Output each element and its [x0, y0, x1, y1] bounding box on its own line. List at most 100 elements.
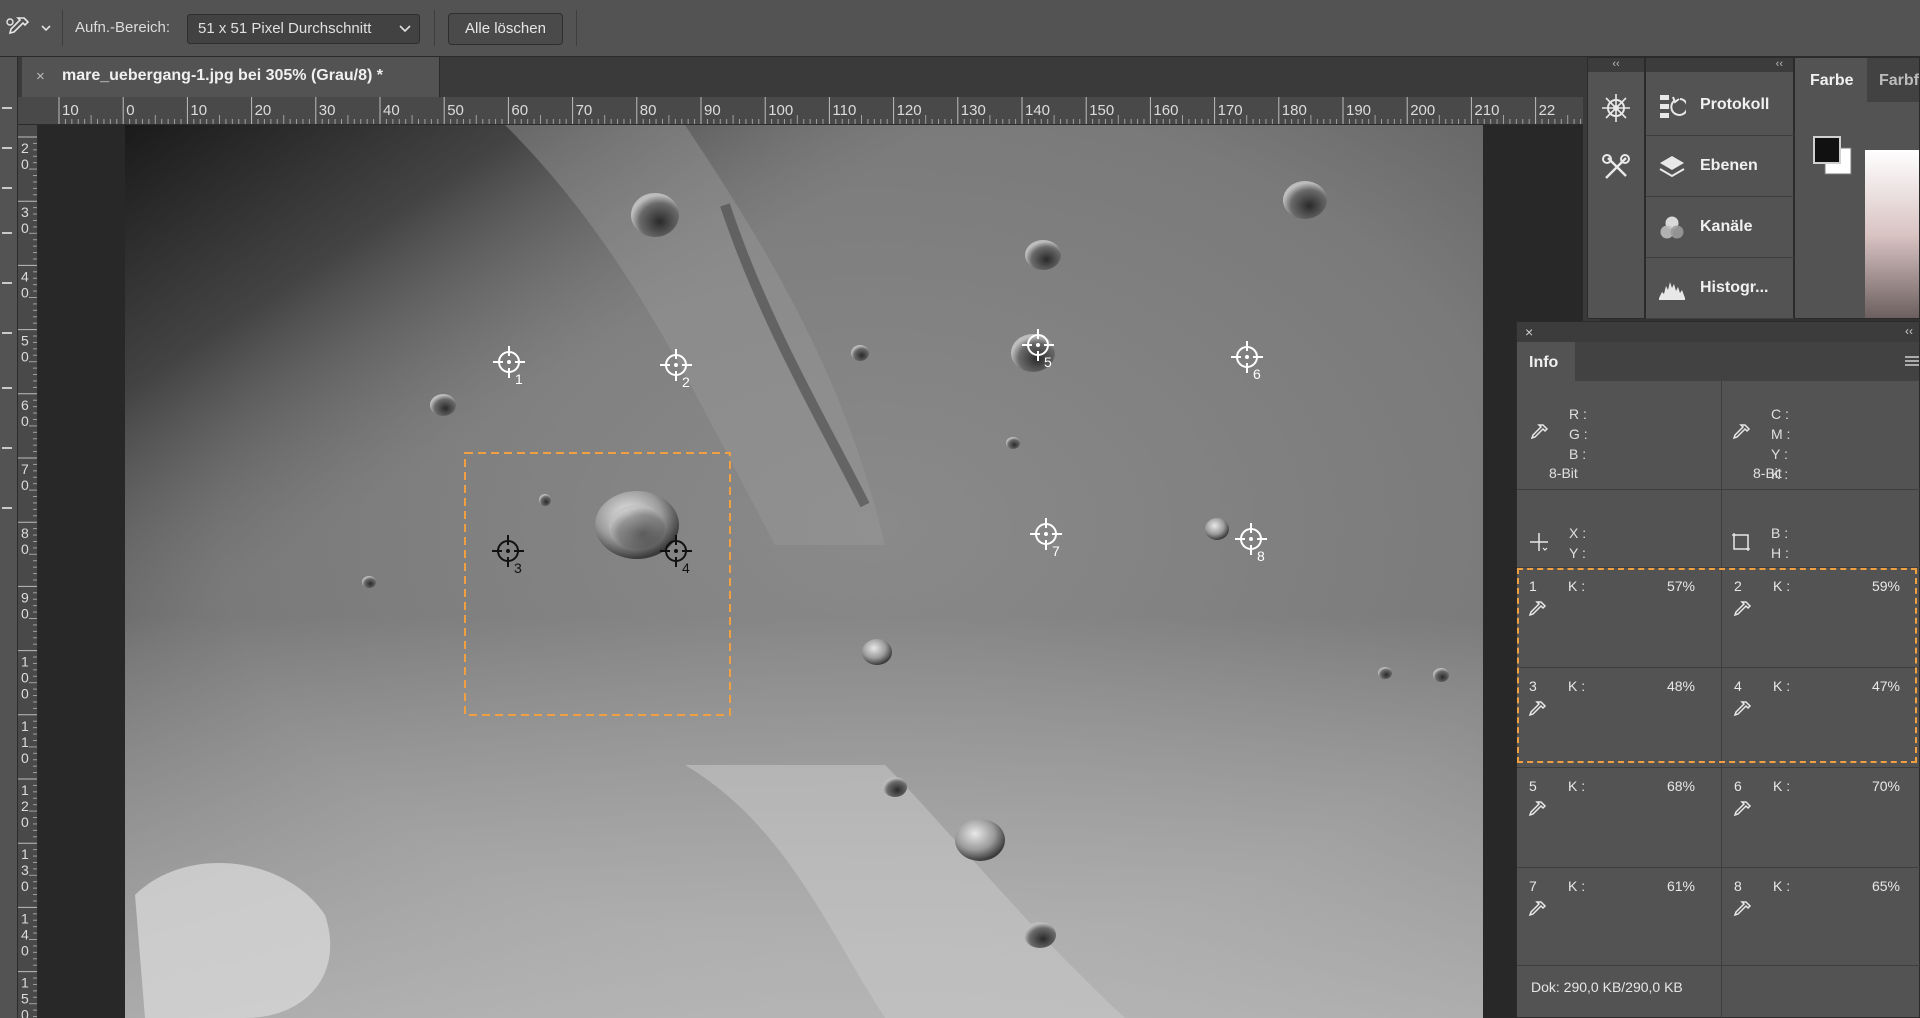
ruler-label: 30: [319, 102, 336, 119]
color-panel-tabs: Farbe Farbf: [1795, 58, 1919, 102]
sampler-marker-label: 4: [682, 560, 690, 576]
sample-size-select[interactable]: 51 x 51 Pixel Durchschnitt: [187, 14, 420, 44]
rgb-bitdepth: 8-Bit: [1549, 465, 1578, 481]
sampler-eyedropper-icon[interactable]: [1527, 700, 1547, 720]
tab-info[interactable]: Info: [1517, 342, 1575, 381]
ruler-label: 140: [1025, 102, 1050, 119]
tool-item[interactable]: [2, 507, 12, 509]
ruler-label: 0: [21, 1007, 29, 1018]
tab-farbe[interactable]: Farbe: [1795, 58, 1867, 102]
sampler-marker-label: 1: [515, 371, 523, 387]
cmyk-eyedropper-icon[interactable]: [1731, 423, 1751, 443]
sampler-eyedropper-icon[interactable]: [1732, 900, 1752, 920]
tool-item[interactable]: [2, 232, 12, 234]
foreground-color-swatch[interactable]: [1815, 138, 1839, 162]
sampler-marker-label: 2: [682, 374, 690, 390]
tools-icon[interactable]: [1598, 150, 1634, 186]
ruler-label: 120: [897, 102, 922, 119]
ruler-label: 8: [21, 525, 29, 541]
k-label: K :: [1773, 678, 1791, 694]
ruler-label: 90: [704, 102, 721, 119]
sampler-number: 4: [1734, 678, 1742, 694]
moon-image[interactable]: 1 2 3 4 5 6 7 8: [125, 125, 1483, 1018]
tool-item[interactable]: [2, 447, 12, 449]
ruler-label: 200: [1410, 102, 1435, 119]
close-tab-icon[interactable]: ×: [36, 68, 45, 85]
sampler-eyedropper-icon[interactable]: [1732, 800, 1752, 820]
tools-panel: [0, 57, 18, 1018]
sampler-8-readout: 8 K : 65%: [1722, 868, 1920, 967]
close-panel-icon[interactable]: ×: [1525, 324, 1533, 340]
ruler-label: 150: [1089, 102, 1114, 119]
panel-item-histogramm[interactable]: Histogr...: [1646, 259, 1795, 319]
ruler-label: 22: [1539, 102, 1556, 119]
c-label: C :: [1771, 406, 1789, 422]
info-panel-titlebar: × ‹‹: [1517, 322, 1919, 342]
sampler-eyedropper-icon[interactable]: [1527, 900, 1547, 920]
document-size-status: Dok: 290,0 KB/290,0 KB: [1531, 979, 1683, 995]
sampler-eyedropper-icon[interactable]: [1732, 600, 1752, 620]
k-label: K :: [1568, 578, 1586, 594]
rgb-eyedropper-icon[interactable]: [1529, 423, 1549, 443]
ruler-label: 0: [21, 220, 29, 236]
x-label: X :: [1569, 525, 1587, 541]
sampler-6-readout: 6 K : 70%: [1722, 768, 1920, 867]
vertical-ruler-scale: 2030405060708090100110120130140150: [18, 136, 37, 1018]
sampler-number: 8: [1734, 878, 1742, 894]
options-bar: Aufn.-Bereich: 51 x 51 Pixel Durchschnit…: [0, 0, 1920, 57]
sampler-eyedropper-icon[interactable]: [1527, 600, 1547, 620]
ruler-label: 0: [21, 413, 29, 429]
vertical-ruler: 2030405060708090100110120130140150: [18, 125, 38, 1018]
panel-item-protokoll[interactable]: Protokoll: [1646, 76, 1795, 136]
ruler-label: 4: [21, 926, 29, 942]
collapse-icon[interactable]: ‹‹: [1588, 58, 1644, 72]
options-divider: [576, 10, 577, 46]
y-coord-label: Y :: [1569, 545, 1586, 561]
tool-item[interactable]: [2, 187, 12, 189]
ruler-label: 2: [21, 798, 29, 814]
b-label: B :: [1569, 446, 1587, 462]
ruler-label: 0: [21, 605, 29, 621]
ruler-label: 0: [21, 477, 29, 493]
tool-item[interactable]: [2, 387, 12, 389]
sampler-eyedropper-icon[interactable]: [1732, 700, 1752, 720]
foreground-background-swatch[interactable]: [1809, 130, 1857, 180]
ruler-label: 4: [21, 268, 29, 284]
options-divider: [62, 10, 63, 46]
clear-all-button[interactable]: Alle löschen: [448, 13, 563, 45]
sampler-2-readout: 2 K : 59%: [1722, 568, 1920, 667]
ruler-label: 0: [21, 878, 29, 894]
k-label: K :: [1773, 578, 1791, 594]
ruler-label: 210: [1474, 102, 1499, 119]
tool-item[interactable]: [2, 107, 12, 109]
sampler-eyedropper-icon[interactable]: [1527, 800, 1547, 820]
channels-icon: [1660, 216, 1684, 239]
horizontal-ruler: 10 0 10 20 30 40 50 60 70 80 90 100 110 120 130 140 150 1…: [18, 97, 1583, 125]
sampler-7-readout: 7 K : 61%: [1517, 868, 1721, 967]
panel-item-label: Kanäle: [1700, 218, 1753, 235]
chevron-down-icon: [399, 25, 411, 33]
panel-menu-icon[interactable]: [1905, 355, 1919, 367]
navigator-wheel-icon[interactable]: [1598, 90, 1634, 126]
sampler-marker-label: 8: [1257, 548, 1265, 564]
ruler-label: 0: [21, 814, 29, 830]
ruler-label: 3: [21, 862, 29, 878]
tool-item[interactable]: [2, 332, 12, 334]
document-tab[interactable]: × mare_uebergang-1.jpg bei 305% (Grau/8)…: [22, 57, 440, 97]
tool-item[interactable]: [2, 147, 12, 149]
tab-farbfelder[interactable]: Farbf: [1879, 72, 1919, 90]
color-spectrum[interactable]: [1865, 150, 1919, 318]
ruler-label: 50: [447, 102, 464, 119]
ruler-label: 1: [21, 846, 29, 862]
ruler-label: 1: [21, 782, 29, 798]
collapse-icon[interactable]: ‹‹: [1646, 58, 1793, 72]
panel-item-ebenen[interactable]: Ebenen: [1646, 137, 1795, 197]
k-value: 65%: [1871, 878, 1900, 894]
ruler-label: 80: [640, 102, 657, 119]
panel-item-kanaele[interactable]: Kanäle: [1646, 198, 1795, 258]
ruler-label: 1: [21, 975, 29, 991]
tool-preset-chevron-icon[interactable]: [40, 22, 52, 34]
color-sampler-tool-icon[interactable]: [4, 14, 32, 42]
tool-item[interactable]: [2, 282, 12, 284]
collapse-icon[interactable]: ‹‹: [1905, 324, 1913, 338]
